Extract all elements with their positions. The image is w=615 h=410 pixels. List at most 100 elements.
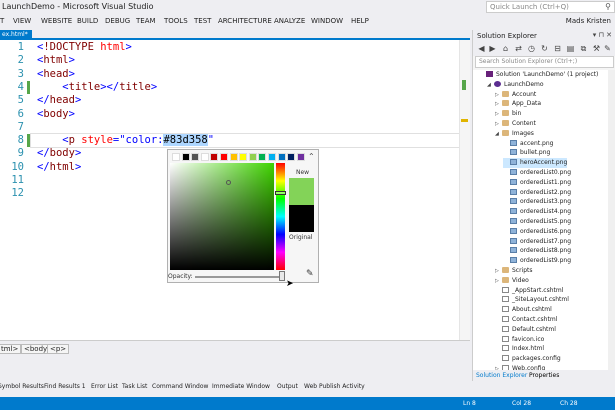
menu-view[interactable]: VIEW xyxy=(13,17,31,25)
tree-item[interactable]: orderedList1.png xyxy=(503,178,571,188)
tree-item[interactable]: orderedList5.png xyxy=(503,217,571,227)
menu-architecture[interactable]: ARCHITECTURE xyxy=(218,17,272,25)
pin-icon[interactable]: ▾ ⊓ ✕ xyxy=(593,31,612,39)
tree-item[interactable]: orderedList0.png xyxy=(503,168,571,178)
tool-tab-symbol-results[interactable]: Symbol Results xyxy=(0,383,44,390)
tree-item[interactable]: ▷ Scripts xyxy=(495,266,533,276)
tree-item[interactable]: heroAccent.png xyxy=(503,158,568,169)
tree-item[interactable]: packages.config xyxy=(495,354,561,364)
code-line[interactable]: 5 </head> xyxy=(0,94,459,107)
color-swatch[interactable] xyxy=(277,153,286,161)
tool-tab-task-list[interactable]: Task List xyxy=(122,383,147,390)
menu-tools[interactable]: TOOLS xyxy=(164,17,188,25)
color-swatch[interactable] xyxy=(200,153,209,161)
quick-launch-input[interactable]: Quick Launch (Ctrl+Q) ⚲ xyxy=(486,1,615,13)
menu-window[interactable]: WINDOW xyxy=(311,17,343,25)
tree-item[interactable]: ▷ Content xyxy=(495,119,536,129)
expand-arrow-icon[interactable]: ▷ xyxy=(495,119,502,129)
opacity-slider[interactable] xyxy=(195,276,285,278)
menu-website[interactable]: WEBSITE xyxy=(41,17,72,25)
solution-explorer-search-input[interactable]: Search Solution Explorer (Ctrl+;) xyxy=(475,56,614,68)
hue-slider[interactable] xyxy=(276,163,285,270)
tree-item[interactable]: orderedList4.png xyxy=(503,207,571,217)
editor-vertical-scrollbar[interactable] xyxy=(459,40,470,340)
expand-arrow-icon[interactable]: ◢ xyxy=(487,80,494,90)
menu-test[interactable]: TEST xyxy=(194,17,211,25)
tree-item[interactable]: orderedList9.png xyxy=(503,256,571,266)
eyedropper-icon[interactable]: ✎ xyxy=(306,269,314,279)
tree-item[interactable]: Index.html xyxy=(495,344,544,354)
saturation-value-field[interactable] xyxy=(170,163,274,270)
color-swatch[interactable] xyxy=(172,153,180,161)
collapse-arrow-icon[interactable]: ⌃ xyxy=(308,152,315,161)
code-line[interactable]: 6 <body> xyxy=(0,108,459,121)
color-swatch[interactable] xyxy=(220,153,228,161)
tree-item[interactable]: Default.cshtml xyxy=(495,325,556,335)
menu-analyze[interactable]: ANALYZE xyxy=(274,17,305,25)
code-line[interactable]: 3 <head> xyxy=(0,68,459,81)
expand-arrow-icon[interactable]: ▷ xyxy=(495,276,502,286)
color-swatch[interactable] xyxy=(229,153,238,161)
tree-item[interactable]: _SiteLayout.cshtml xyxy=(495,295,569,305)
tree-item[interactable]: orderedList3.png xyxy=(503,197,571,207)
original-color-swatch[interactable] xyxy=(289,205,314,232)
tree-item[interactable]: About.cshtml xyxy=(495,305,552,315)
color-swatch[interactable] xyxy=(191,153,200,161)
expand-arrow-icon[interactable]: ◢ xyxy=(495,129,502,139)
tree-item[interactable]: Solution 'LaunchDemo' (1 project) xyxy=(479,70,598,80)
tree-item[interactable]: _AppStart.cshtml xyxy=(495,286,563,296)
tree-item[interactable]: orderedList2.png xyxy=(503,188,571,198)
code-line[interactable]: 2 <html> xyxy=(0,54,459,67)
menu-t[interactable]: T xyxy=(0,17,4,25)
tree-item[interactable]: orderedList7.png xyxy=(503,237,571,247)
panel-tab-solution-explorer[interactable]: Solution Explorer xyxy=(476,372,527,379)
color-swatch[interactable] xyxy=(287,153,296,161)
code-line[interactable]: 4 <title></title> xyxy=(0,81,459,94)
collapse-all-icon[interactable]: ⊟ xyxy=(553,44,562,53)
pending-changes-icon[interactable]: ◷ xyxy=(527,44,536,53)
properties-icon[interactable]: ⚒ xyxy=(592,44,601,53)
tool-tab-error-list[interactable]: Error List xyxy=(91,383,118,390)
document-tab-index-html[interactable]: ex.html* xyxy=(0,30,32,40)
tree-item[interactable]: bullet.png xyxy=(503,148,550,158)
user-name[interactable]: Mads Kristen xyxy=(566,17,611,25)
menu-help[interactable]: HELP xyxy=(351,17,369,25)
forward-icon[interactable]: ▶ xyxy=(488,44,497,53)
expand-arrow-icon[interactable]: ▷ xyxy=(495,90,502,100)
solution-tree-scrollbar[interactable] xyxy=(608,70,615,371)
color-selector-handle[interactable] xyxy=(226,180,231,185)
code-line[interactable]: 8 <p style="color:#83d358" xyxy=(0,134,459,147)
expand-arrow-icon[interactable]: ▷ xyxy=(495,266,502,276)
color-swatch[interactable] xyxy=(210,153,219,161)
tool-tab-command-window[interactable]: Command Window xyxy=(152,383,208,390)
tool-tab-immediate-window[interactable]: Immediate Window xyxy=(212,383,270,390)
panel-tab-properties[interactable]: Properties xyxy=(529,372,559,379)
tree-item[interactable]: Contact.cshtml xyxy=(495,315,557,325)
back-icon[interactable]: ◀ xyxy=(477,44,486,53)
tree-item[interactable]: accent.png xyxy=(503,139,553,149)
hue-slider-handle[interactable] xyxy=(275,191,286,195)
tree-item[interactable]: ▷ Account xyxy=(495,90,536,100)
tree-item[interactable]: orderedList8.png xyxy=(503,246,571,256)
tree-item[interactable]: orderedList6.png xyxy=(503,227,571,237)
menu-debug[interactable]: DEBUG xyxy=(105,17,130,25)
expand-arrow-icon[interactable]: ▷ xyxy=(495,109,502,119)
expand-arrow-icon[interactable]: ▷ xyxy=(495,99,502,109)
breadcrumb-item[interactable]: tml> xyxy=(0,344,22,354)
refresh-icon[interactable]: ↻ xyxy=(540,44,549,53)
code-line[interactable]: 1 <!DOCTYPE html> xyxy=(0,41,459,54)
tree-item[interactable]: ◢ LaunchDemo xyxy=(487,80,544,90)
code-line[interactable]: 7 xyxy=(0,121,459,134)
show-all-files-icon[interactable]: ▤ xyxy=(566,44,575,53)
color-swatch[interactable] xyxy=(296,153,305,161)
tree-item[interactable]: favicon.ico xyxy=(495,335,544,345)
view-code-icon[interactable]: ⧉ xyxy=(579,44,588,53)
sync-icon[interactable]: ⇄ xyxy=(514,44,523,53)
tool-tab-find-results-1[interactable]: Find Results 1 xyxy=(44,383,86,390)
color-swatch[interactable] xyxy=(181,153,190,161)
breadcrumb-item[interactable]: <p> xyxy=(47,344,70,354)
menu-build[interactable]: BUILD xyxy=(77,17,98,25)
color-swatch[interactable] xyxy=(239,153,248,161)
wrench-icon[interactable]: ✎ xyxy=(603,44,612,53)
tree-item[interactable]: ◢ Images xyxy=(495,129,534,139)
